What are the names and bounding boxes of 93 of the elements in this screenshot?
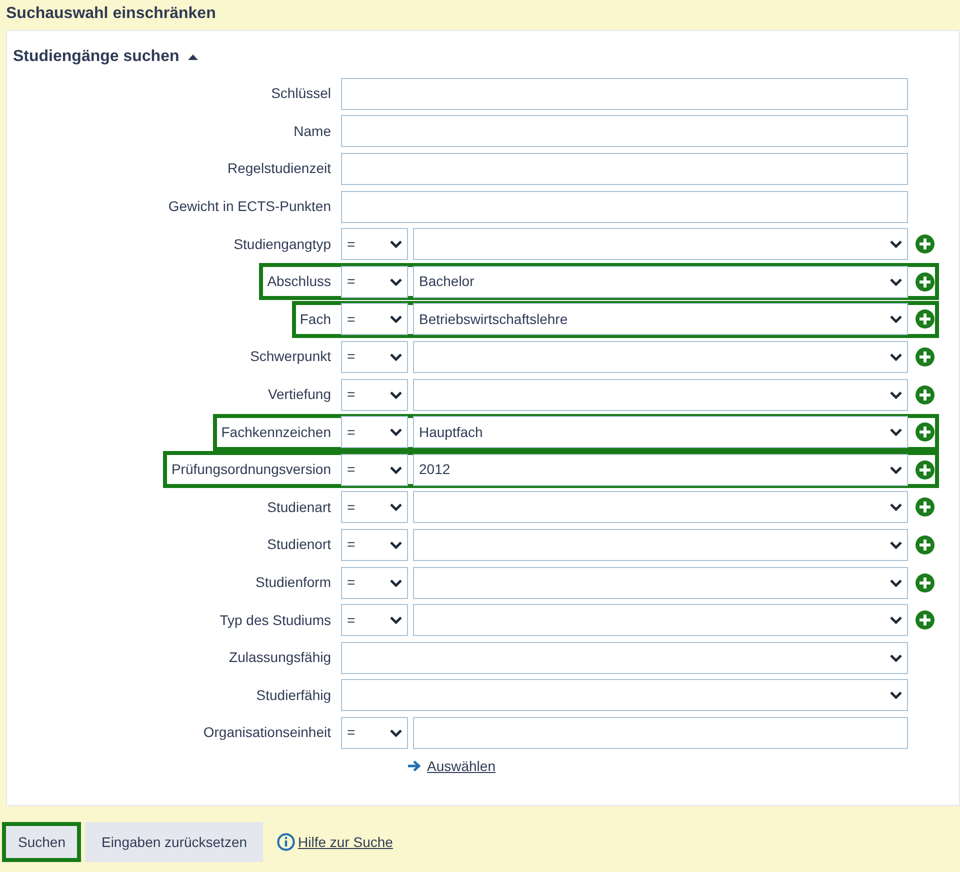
field-label: Schwerpunkt (249, 347, 332, 366)
field-label: Studienart (266, 498, 332, 517)
add-icon[interactable] (915, 384, 935, 405)
text-input[interactable] (341, 78, 908, 110)
caret-icon (890, 390, 902, 399)
value-dropdown[interactable] (413, 378, 908, 411)
field-label: Studierfähig (255, 686, 332, 705)
text-input[interactable] (341, 115, 908, 148)
text-input[interactable] (413, 716, 908, 749)
field-label: Fachkennzeichen (220, 422, 332, 442)
add-icon[interactable] (915, 497, 935, 518)
value-dropdown[interactable]: Hauptfach (413, 416, 908, 448)
add-icon[interactable] (915, 346, 935, 367)
caret-icon (890, 428, 902, 436)
caret-icon (390, 390, 402, 399)
page-title: Suchauswahl einschränken (5, 4, 217, 24)
add-icon[interactable] (915, 234, 935, 254)
operator-dropdown[interactable]: = (341, 491, 408, 524)
field-label: Gewicht in ECTS-Punkten (167, 197, 332, 216)
value-dropdown[interactable] (413, 340, 908, 373)
operator-dropdown[interactable]: = (341, 340, 408, 373)
operator-dropdown[interactable]: = (341, 378, 408, 411)
field-label: Studienform (254, 573, 332, 592)
field-label: Studienort (266, 535, 332, 554)
field-label: Organisationseinheit (202, 723, 332, 742)
caret-icon (890, 654, 902, 662)
field-label: Name (292, 122, 332, 141)
value-dropdown[interactable]: Betriebswirtschaftslehre (413, 303, 908, 336)
help-link[interactable]: Hilfe zur Suche (277, 832, 393, 852)
field-label: Studiengangtyp (232, 234, 332, 254)
dropdown[interactable] (341, 679, 908, 712)
caret-icon (390, 466, 402, 474)
caret-icon (390, 428, 402, 436)
caret-icon (390, 616, 402, 624)
caret-icon (390, 240, 402, 248)
caret-icon (890, 503, 902, 512)
form-button[interactable]: Suchen (2, 822, 82, 862)
field-label: Fach (298, 310, 332, 329)
caret-icon (890, 578, 902, 587)
dropdown[interactable] (341, 642, 908, 674)
operator-dropdown[interactable]: = (341, 266, 408, 298)
operator-dropdown[interactable]: = (341, 528, 408, 561)
add-icon[interactable] (915, 610, 935, 630)
caret-icon (890, 616, 902, 624)
operator-dropdown[interactable]: = (341, 454, 408, 486)
field-label: Typ des Studiums (218, 610, 332, 630)
section-toggle[interactable]: Studiengänge suchen (13, 45, 200, 69)
caret-icon (390, 315, 402, 324)
operator-dropdown[interactable]: = (341, 303, 408, 336)
caret-icon (390, 578, 402, 587)
arrow-right-icon (407, 760, 421, 772)
caret-icon (390, 352, 402, 361)
caret-icon (890, 240, 902, 248)
caret-icon (890, 691, 902, 700)
value-dropdown[interactable]: Bachelor (413, 266, 908, 298)
caret-icon (390, 728, 402, 737)
text-input[interactable] (341, 152, 908, 185)
operator-dropdown[interactable]: = (341, 416, 408, 448)
add-icon[interactable] (915, 272, 935, 292)
value-dropdown[interactable]: 2012 (413, 454, 908, 486)
add-icon[interactable] (915, 534, 935, 555)
field-label: Regelstudienzeit (226, 159, 332, 178)
caret-icon (890, 466, 902, 474)
caret-icon (890, 315, 902, 324)
field-label: Schlüssel (270, 84, 332, 104)
field-label: Abschluss (266, 272, 332, 292)
caret-icon (890, 352, 902, 361)
field-label: Vertiefung (266, 385, 332, 404)
value-dropdown[interactable] (413, 604, 908, 636)
add-icon[interactable] (915, 460, 935, 480)
form-button[interactable]: Eingaben zurücksetzen (85, 822, 264, 862)
value-dropdown[interactable] (413, 228, 908, 260)
collapse-icon (187, 53, 200, 61)
add-icon[interactable] (915, 422, 935, 442)
value-dropdown[interactable] (413, 528, 908, 561)
value-dropdown[interactable] (413, 491, 908, 524)
operator-dropdown[interactable]: = (341, 716, 408, 749)
caret-icon (390, 503, 402, 512)
caret-icon (390, 278, 402, 286)
add-icon[interactable] (915, 572, 935, 593)
caret-icon (890, 278, 902, 286)
field-label: Zulassungsfähig (228, 648, 332, 668)
info-icon (277, 833, 296, 851)
caret-icon (890, 540, 902, 549)
add-icon[interactable] (915, 309, 935, 330)
text-input[interactable] (341, 190, 908, 223)
operator-dropdown[interactable]: = (341, 566, 408, 599)
operator-dropdown[interactable]: = (341, 604, 408, 636)
value-dropdown[interactable] (413, 566, 908, 599)
caret-icon (390, 540, 402, 549)
operator-dropdown[interactable]: = (341, 228, 408, 260)
field-label: Prüfungsordnungsversion (170, 460, 332, 480)
select-link[interactable]: Auswählen (407, 756, 496, 777)
